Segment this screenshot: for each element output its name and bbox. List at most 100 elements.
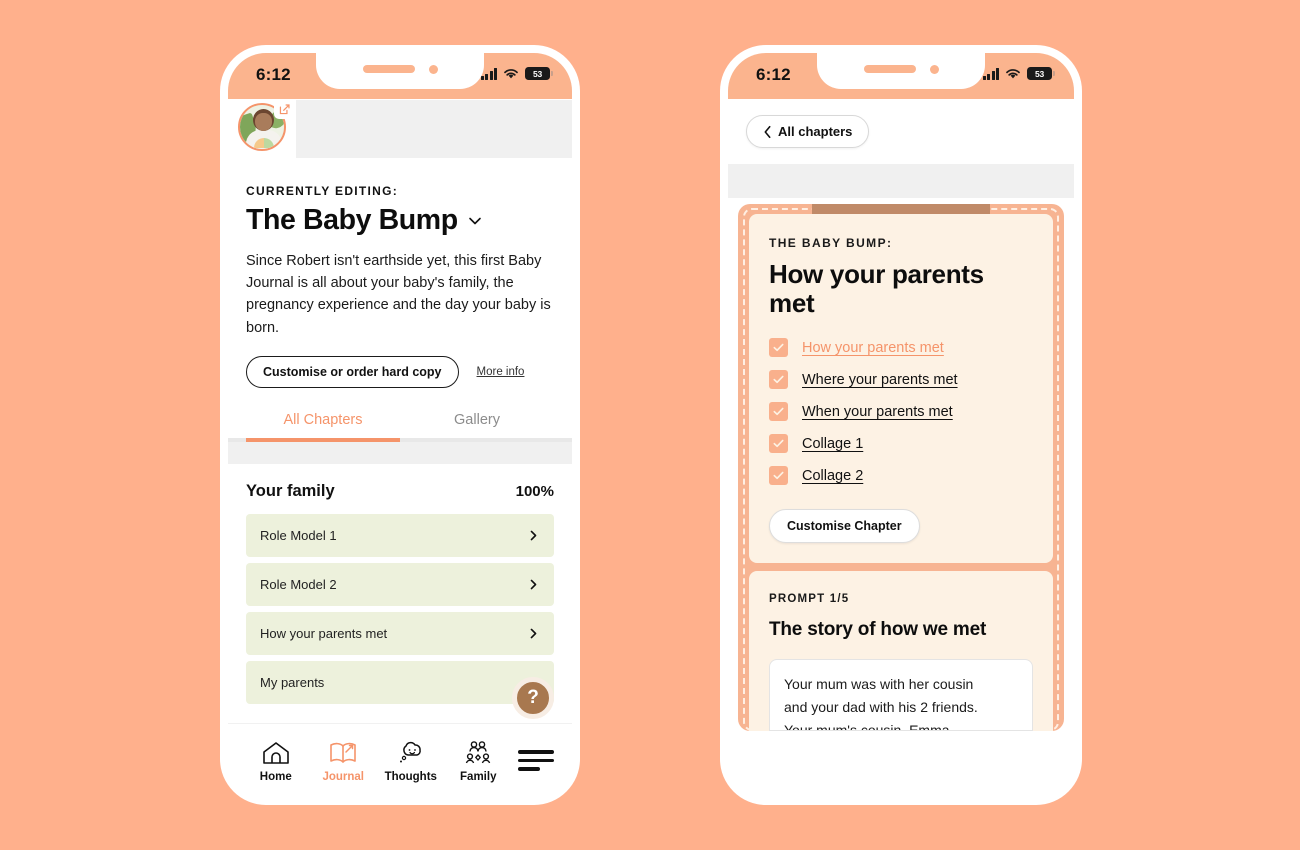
chapter-label: Role Model 2 (260, 576, 337, 592)
checklist-item[interactable]: When your parents met (769, 402, 1033, 422)
cellular-signal-icon (982, 67, 999, 80)
page-title: The Baby Bump (246, 204, 458, 236)
card-kicker: THE BABY BUMP: (769, 236, 893, 250)
nav-item-home[interactable]: Home (242, 738, 310, 783)
checklist-label[interactable]: Collage 1 (802, 436, 863, 452)
card-title: How your parents met (769, 259, 984, 319)
section-progress-percent: 100% (515, 482, 554, 500)
checklist-item[interactable]: Collage 1 (769, 434, 1033, 454)
nav-label: Home (259, 771, 292, 783)
journal-description: Since Robert isn't earthside yet, this f… (246, 253, 551, 336)
wifi-icon (504, 68, 518, 78)
checkbox-checked-icon[interactable] (769, 402, 788, 422)
currently-editing-label: CURRENTLY EDITING: (246, 184, 399, 198)
hamburger-menu-icon[interactable] (518, 750, 558, 771)
prompt-title: The story of how we met (769, 619, 987, 641)
checklist-label[interactable]: How your parents met (802, 340, 944, 356)
customise-order-button[interactable]: Customise or order hard copy (246, 355, 459, 388)
status-bar-left: 6:12 53 (228, 53, 572, 99)
nav-item-thoughts[interactable]: Thoughts (377, 738, 445, 783)
speaker-bar (362, 65, 415, 73)
prompt-text-input[interactable]: Your mum was with her cousin and your da… (769, 659, 1033, 732)
chapter-label: Role Model 1 (260, 527, 337, 543)
camera-dot (428, 64, 438, 74)
customise-chapter-button[interactable]: Customise Chapter (769, 509, 920, 544)
prompt-card: PROMPT 1/5 The story of how we met Your … (749, 571, 1053, 732)
prompt-text-line: Your mum's cousin, Emma, (784, 721, 954, 732)
list-item[interactable]: My parents (246, 660, 554, 704)
list-item[interactable]: Role Model 1 (246, 513, 554, 557)
screen-right: 6:12 53 All chapters THE BABY BUMP: How … (728, 53, 1074, 797)
prompt-text-line: Your mum was with her cousin (784, 676, 974, 693)
checklist-item[interactable]: Where your parents met (769, 370, 1033, 390)
speaker-bar (863, 65, 916, 73)
checkbox-checked-icon[interactable] (769, 434, 788, 454)
chevron-right-icon (530, 579, 537, 590)
chapter-list: Role Model 1 Role Model 2 How your paren… (246, 513, 554, 704)
right-content: All chapters THE BABY BUMP: How your par… (728, 99, 1074, 797)
tab-gallery[interactable]: Gallery (400, 412, 554, 442)
chevron-right-icon (530, 628, 537, 639)
checklist-label[interactable]: Collage 2 (802, 468, 863, 484)
phone-right: 6:12 53 All chapters THE BABY BUMP: How … (720, 45, 1082, 805)
profile-header (228, 99, 572, 162)
dynamic-island (300, 53, 500, 89)
back-button-label: All chapters (778, 124, 853, 139)
checklist-item[interactable]: Collage 2 (769, 466, 1033, 486)
book-frame: THE BABY BUMP: How your parents met How … (738, 204, 1064, 732)
more-info-link[interactable]: More info (477, 366, 525, 378)
battery-icon: 53 (525, 67, 553, 80)
journal-title-row[interactable]: The Baby Bump (246, 204, 554, 237)
checkbox-checked-icon[interactable] (769, 466, 788, 486)
content-banner-placeholder (728, 164, 1074, 198)
checklist-item[interactable]: How your parents met (769, 338, 1033, 358)
home-icon (259, 738, 293, 768)
checkbox-checked-icon[interactable] (769, 338, 788, 358)
chapter-checklist: How your parents met Where your parents … (769, 338, 1033, 486)
status-time: 6:12 (756, 65, 791, 84)
wifi-icon (1006, 68, 1020, 78)
prompt-counter: PROMPT 1/5 (769, 593, 850, 606)
chapter-label: My parents (260, 674, 325, 690)
nav-item-family[interactable]: Family (445, 738, 513, 783)
family-group-icon (461, 738, 495, 768)
tab-all-chapters[interactable]: All Chapters (246, 412, 400, 442)
thought-bubble-icon (394, 738, 428, 768)
edit-pencil-icon[interactable] (274, 99, 294, 119)
battery-level: 53 (532, 68, 543, 79)
battery-level: 53 (1034, 68, 1045, 79)
battery-icon: 53 (1027, 67, 1055, 80)
phone-left: 6:12 53 CURRENTLY EDITING: The Baby Bump… (220, 45, 580, 805)
camera-dot (929, 64, 939, 74)
bottom-navigation: Home Journal Thoughts Family (228, 723, 572, 797)
prompt-text-line: and your dad with his 2 friends. (784, 698, 978, 715)
dynamic-island (801, 53, 1001, 89)
tab-bar: All Chapters Gallery (246, 412, 554, 442)
nav-label: Thoughts (384, 771, 437, 783)
status-time: 6:12 (256, 65, 291, 84)
chapter-label: How your parents met (260, 625, 388, 641)
section-title: Your family (246, 481, 335, 500)
content-strip-placeholder (228, 441, 572, 464)
nav-item-journal[interactable]: Journal (310, 738, 378, 783)
chevron-down-icon[interactable] (467, 213, 483, 229)
nav-label: Family (460, 771, 497, 783)
chevron-right-icon (530, 530, 537, 541)
screen-left: 6:12 53 CURRENTLY EDITING: The Baby Bump… (228, 53, 572, 797)
nav-label: Journal (322, 771, 365, 783)
chapter-card: THE BABY BUMP: How your parents met How … (749, 214, 1053, 564)
section-header: Your family 100% (246, 482, 554, 501)
list-item[interactable]: Role Model 2 (246, 562, 554, 606)
left-content: CURRENTLY EDITING: The Baby Bump Since R… (228, 99, 572, 797)
checkbox-checked-icon[interactable] (769, 370, 788, 390)
avatar-wrap[interactable] (236, 99, 296, 157)
checklist-label[interactable]: When your parents met (802, 404, 953, 420)
status-bar-right: 6:12 53 (728, 53, 1074, 99)
chevron-left-icon (764, 125, 771, 138)
book-icon (326, 738, 360, 768)
header-banner-placeholder (296, 100, 572, 158)
list-item[interactable]: How your parents met (246, 611, 554, 655)
help-button[interactable]: ? (512, 677, 554, 719)
checklist-label[interactable]: Where your parents met (802, 372, 958, 388)
back-all-chapters-button[interactable]: All chapters (746, 115, 870, 148)
